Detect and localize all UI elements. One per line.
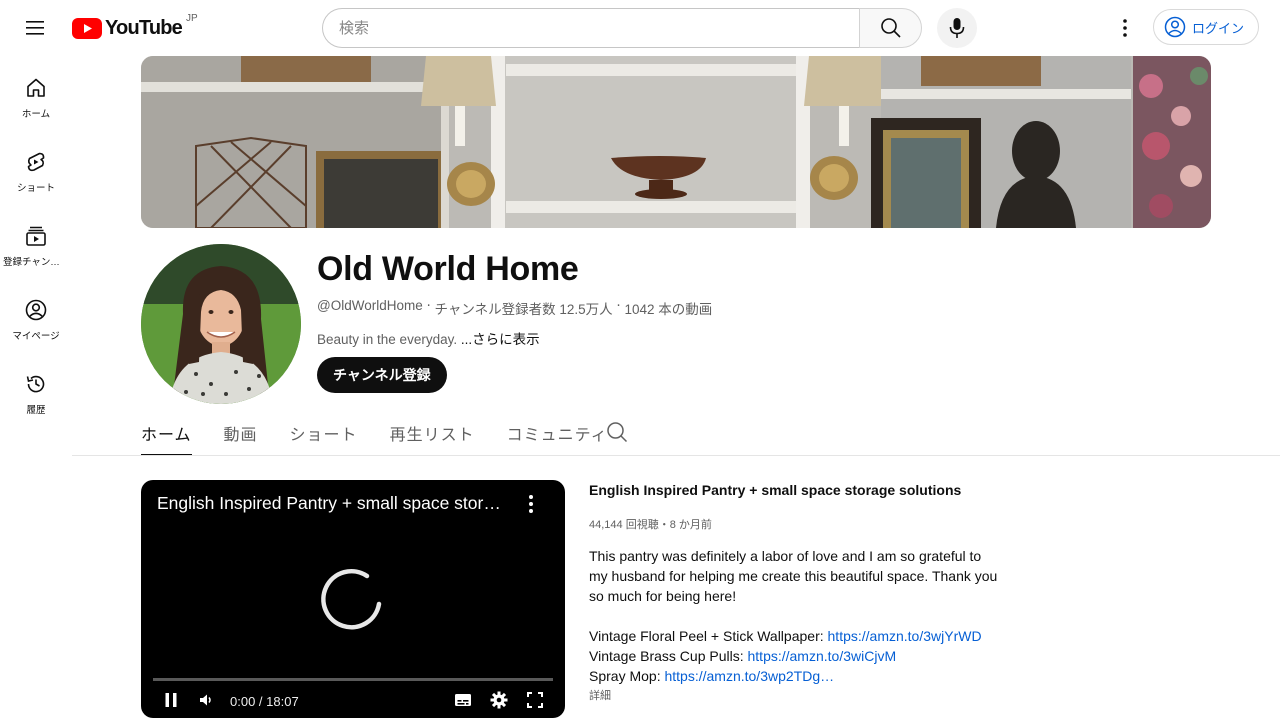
login-label: ログイン bbox=[1192, 20, 1245, 36]
link-label: Spray Mop: bbox=[589, 668, 665, 684]
nav-item-you[interactable]: マイページ bbox=[0, 278, 72, 352]
microphone-icon bbox=[949, 18, 965, 38]
nav-label: ショート bbox=[16, 183, 55, 194]
nav-label: 登録チャンネル bbox=[3, 257, 69, 268]
search-icon bbox=[880, 18, 901, 38]
shorts-icon bbox=[27, 152, 45, 172]
tab-videos[interactable]: 動画 bbox=[224, 410, 274, 456]
tab-shorts[interactable]: ショート bbox=[290, 410, 374, 456]
pause-icon[interactable] bbox=[159, 688, 183, 712]
channel-banner bbox=[141, 56, 1211, 228]
link-label: Vintage Brass Cup Pulls: bbox=[589, 648, 748, 664]
channel-meta: @OldWorldHome ‧ チャンネル登録者数 12.5万人 ‧ 1042 … bbox=[317, 298, 712, 318]
fullscreen-icon[interactable] bbox=[523, 688, 547, 712]
nav-item-home[interactable]: ホーム bbox=[0, 56, 72, 130]
subtitles-icon[interactable] bbox=[451, 688, 475, 712]
logo-wordmark: YouTube bbox=[105, 16, 183, 39]
search-input[interactable] bbox=[322, 8, 859, 48]
youtube-play-icon bbox=[72, 17, 102, 39]
video-player[interactable]: English Inspired Pantry + small space st… bbox=[141, 480, 565, 718]
login-button[interactable]: ログイン bbox=[1153, 9, 1260, 45]
wallpaper-link[interactable]: https://amzn.to/3wjYrWD bbox=[828, 628, 982, 644]
youtube-logo[interactable]: YouTube JP bbox=[72, 12, 198, 40]
channel-search-icon[interactable] bbox=[605, 420, 629, 444]
show-more-link[interactable]: ...さらに表示 bbox=[461, 332, 540, 347]
meta-separator: ‧ bbox=[612, 298, 625, 313]
tab-playlists[interactable]: 再生リスト bbox=[390, 410, 491, 456]
details-link[interactable]: 詳細 bbox=[589, 687, 999, 703]
time-display: 0:00 / 18:07 bbox=[230, 694, 299, 709]
cup-pulls-link[interactable]: https://amzn.to/3wiCjvM bbox=[748, 648, 897, 664]
side-nav: ホーム ショート 登録チャンネル マイページ 履歴 bbox=[0, 56, 72, 426]
more-vertical-icon bbox=[1123, 19, 1127, 37]
nav-item-subscriptions[interactable]: 登録チャンネル bbox=[0, 204, 72, 278]
channel-name: Old World Home bbox=[317, 250, 579, 288]
voice-search-button[interactable] bbox=[937, 8, 977, 48]
settings-more-button[interactable] bbox=[1105, 8, 1145, 48]
description-link-line: Vintage Floral Peel + Stick Wallpaper: h… bbox=[589, 626, 999, 646]
nav-label: マイページ bbox=[12, 331, 60, 342]
settings-gear-icon[interactable] bbox=[487, 688, 511, 712]
you-icon bbox=[25, 299, 47, 321]
nav-label: ホーム bbox=[21, 109, 51, 120]
history-icon bbox=[26, 375, 45, 393]
description-link-line: Spray Mop: https://amzn.to/3wp2TDg… bbox=[589, 666, 999, 686]
spray-mop-link[interactable]: https://amzn.to/3wp2TDg… bbox=[664, 668, 834, 684]
subscribe-button[interactable]: チャンネル登録 bbox=[317, 357, 447, 393]
link-label: Vintage Floral Peel + Stick Wallpaper: bbox=[589, 628, 828, 644]
subscriber-count: チャンネル登録者数 12.5万人 bbox=[434, 302, 613, 317]
account-icon bbox=[1164, 16, 1186, 38]
search-button[interactable] bbox=[859, 8, 922, 48]
nav-label: 履歴 bbox=[26, 405, 46, 416]
volume-icon[interactable] bbox=[194, 688, 218, 712]
video-count: 1042 本の動画 bbox=[624, 302, 713, 317]
nav-item-shorts[interactable]: ショート bbox=[0, 130, 72, 204]
description-link-line: Vintage Brass Cup Pulls: https://amzn.to… bbox=[589, 646, 999, 666]
player-more-icon[interactable] bbox=[519, 492, 543, 516]
menu-icon[interactable] bbox=[16, 8, 56, 48]
channel-avatar[interactable] bbox=[141, 244, 301, 404]
subscriptions-icon bbox=[26, 226, 46, 246]
top-bar: YouTube JP ログイン bbox=[0, 0, 1280, 56]
video-title[interactable]: English Inspired Pantry + small space st… bbox=[589, 482, 999, 498]
progress-bar[interactable] bbox=[153, 678, 553, 681]
tabs-divider bbox=[72, 455, 1280, 456]
player-title[interactable]: English Inspired Pantry + small space st… bbox=[157, 493, 509, 514]
nav-item-history[interactable]: 履歴 bbox=[0, 352, 72, 426]
home-icon bbox=[27, 78, 45, 97]
video-meta: 44,144 回視聴・8 か月前 bbox=[589, 519, 712, 531]
channel-tabs: ホーム 動画 ショート 再生リスト コミュニティ bbox=[141, 410, 640, 456]
tab-home[interactable]: ホーム bbox=[141, 410, 208, 456]
video-description: This pantry was definitely a labor of lo… bbox=[589, 548, 998, 604]
search-bar bbox=[322, 8, 922, 48]
logo-region: JP bbox=[185, 12, 198, 24]
meta-separator: ‧ bbox=[422, 298, 435, 313]
loading-spinner-icon bbox=[319, 566, 385, 632]
description-text: Beauty in the everyday. bbox=[317, 332, 461, 347]
player-controls: 0:00 / 18:07 bbox=[141, 686, 565, 716]
featured-video-info: English Inspired Pantry + small space st… bbox=[589, 480, 999, 703]
channel-handle: @OldWorldHome bbox=[317, 298, 423, 313]
channel-description[interactable]: Beauty in the everyday. ...さらに表示 bbox=[317, 328, 540, 348]
